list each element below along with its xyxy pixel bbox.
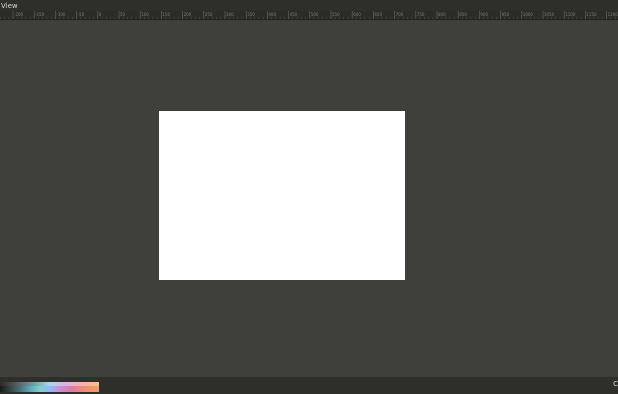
app-window: View -200 -150 -100 -50 0 50 100 150 200 250 300 35… [0,0,618,394]
ruler-label: 1150 [586,12,597,17]
ruler-label: 150 [162,12,171,17]
menubar: View [0,0,618,11]
ruler-label: 600 [353,12,361,17]
ruler-label: -50 [77,12,85,17]
ruler-label: 250 [204,12,213,17]
ruler-label: 50 [120,12,126,17]
ruler-label: 400 [268,12,277,17]
ruler-label: 1050 [544,12,555,17]
ruler-label: 1200 [607,12,618,17]
ruler-label: 650 [374,12,383,17]
ruler-label: -200 [14,12,24,17]
ruler-label: -150 [35,12,45,17]
ruler-label: 0 [98,12,102,17]
ruler-label: 850 [459,12,467,17]
ruler-label: 500 [310,12,319,17]
ruler-label: 450 [289,12,298,17]
drawing-page[interactable] [159,111,405,280]
menu-item-view[interactable]: View [0,0,18,11]
ruler-label: 550 [332,12,340,17]
ruler-label: 950 [501,12,510,17]
ruler-label: 300 [226,12,234,17]
ruler-label: 100 [141,12,149,17]
statusbar: C [0,377,618,394]
ruler-label: 200 [183,12,192,17]
ruler-label: 800 [438,12,446,17]
ruler-label: 1100 [565,12,576,17]
ruler-label: 700 [395,12,404,17]
color-palette[interactable] [0,382,99,392]
ruler-label: 900 [480,12,489,17]
ruler-label: -100 [56,12,66,17]
ruler-label: 350 [247,12,255,17]
ruler-label: 1000 [522,12,533,17]
canvas-workspace[interactable] [0,20,618,377]
horizontal-ruler[interactable]: -200 -150 -100 -50 0 50 100 150 200 250 300 350 400 4… [0,11,618,20]
status-text: C [613,380,618,388]
ruler-label: 750 [416,12,425,17]
